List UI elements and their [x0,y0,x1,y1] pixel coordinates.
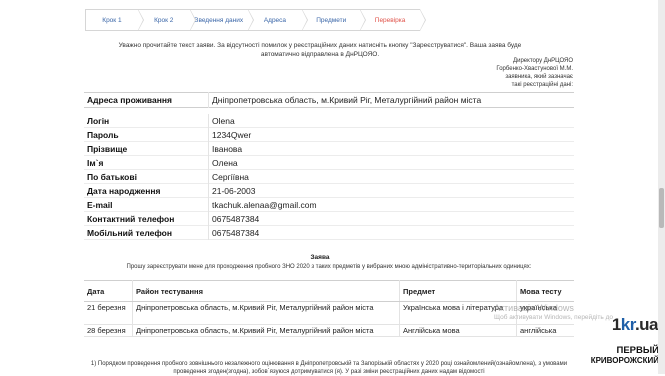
step-4-label: Адреса [263,16,287,24]
exams-header-row: Дата Район тестування Предмет Мова тесту [84,280,574,302]
address-row: Адреса проживання Дніпропетровська облас… [84,92,574,108]
vertical-scrollbar[interactable] [658,0,665,374]
application-text: Прошу зареєструвати мене для проходження… [126,264,532,270]
login-label: Логін [87,115,110,126]
email-label: E-mail [87,199,113,210]
table-row: Прізвище Іванова [84,141,574,156]
patronymic-value: Сергіївна [208,169,574,184]
surname-label: Прізвище [87,143,128,154]
step-5-label: Предмети [316,16,347,24]
patronymic-label: По батькові [87,171,137,182]
logo-domain: 1kr.ua [611,315,659,335]
site-logo: 1kr.ua ПЕРВЫЙ КРИВОРОЖСКИЙ [587,312,665,374]
logo-domain-a: 1 [611,315,621,334]
step-1-label: Крок 1 [102,16,122,24]
logo-line-2: КРИВОРОЖСКИЙ [590,356,659,365]
table-row: Мобільний телефон 0675487384 [84,225,574,240]
first-name-value: Олена [208,155,574,170]
mobile-phone-value: 0675487384 [208,225,574,240]
step-2-label: Крок 2 [154,16,174,24]
step-6-label: Перевірка [374,16,406,24]
personal-data-table: Логін Olena Пароль 1234Qwer Прізвище Іванов… [84,114,574,240]
step-subjects[interactable]: Предмети [302,9,366,31]
table-row: Ім`я Олена [84,155,574,170]
step-3-label: Введення даних [194,16,244,24]
address-value: Дніпропетровська область, м.Кривий Ріг, … [208,92,574,108]
table-row: Пароль 1234Qwer [84,127,574,142]
password-label: Пароль [87,129,119,140]
mobile-phone-label: Мобільний телефон [87,227,173,238]
step-review[interactable]: Перевірка [360,9,426,31]
birth-date-label: Дата народження [87,185,161,196]
logo-domain-c: .ua [634,315,659,334]
addressee-line-1: Директору ДнРЦОЯО [513,58,573,64]
step-1[interactable]: Крок 1 [85,9,144,31]
exam-language: англійська [516,324,574,337]
exam-date: 28 березня [84,324,133,337]
table-row: Контактний телефон 0675487384 [84,211,574,226]
header-language: Мова тесту [516,280,574,302]
address-label: Адреса проживання [87,95,172,105]
password-value: 1234Qwer [208,127,574,142]
email-value: tkachuk.alenaa@gmail.com [208,197,574,212]
birth-date-value: 21-06-2003 [208,183,574,198]
logo-domain-b: kr [620,315,636,334]
addressee-block: Директору ДнРЦОЯО Горбенко-Хвастунової М… [470,57,573,89]
contact-phone-label: Контактний телефон [87,213,175,224]
addressee-line-3: заявника, який зазначає [505,74,573,80]
addressee-line-4: такі реєстраційні дані: [511,82,573,88]
step-data-entry[interactable]: Введення даних [189,9,254,31]
exam-date: 21 березня [84,301,133,325]
addressee-line-2: Горбенко-Хвастунової М.М. [496,66,573,72]
header-date: Дата [84,280,133,302]
header-district: Район тестування [132,280,400,302]
logo-line-1: ПЕРВЫЙ [616,345,660,356]
first-name-label: Ім`я [87,157,104,168]
header-subject: Предмет [399,280,517,302]
scrollbar-thumb[interactable] [659,188,664,228]
exam-district: Дніпропетровська область, м.Кривий Ріг, … [132,301,400,325]
exam-district: Дніпропетровська область, м.Кривий Ріг, … [132,324,400,337]
address-table: Адреса проживання Дніпропетровська облас… [84,92,574,108]
login-value: Olena [208,114,574,128]
surname-value: Іванова [208,141,574,156]
table-row: Дата народження 21-06-2003 [84,183,574,198]
table-row: E-mail tkachuk.alenaa@gmail.com [84,197,574,212]
step-address[interactable]: Адреса [247,9,309,31]
contact-phone-value: 0675487384 [208,211,574,226]
table-row: Логін Olena [84,114,574,128]
table-row: 28 березня Дніпропетровська область, м.К… [84,324,574,337]
wizard-steps: Крок 1 Крок 2 Введення даних Адреса Пред… [85,9,426,31]
exam-subject: Англійська мова [399,324,517,337]
step-2[interactable]: Крок 2 [137,9,196,31]
application-title: Заява [310,254,330,261]
table-row: По батькові Сергіївна [84,169,574,184]
